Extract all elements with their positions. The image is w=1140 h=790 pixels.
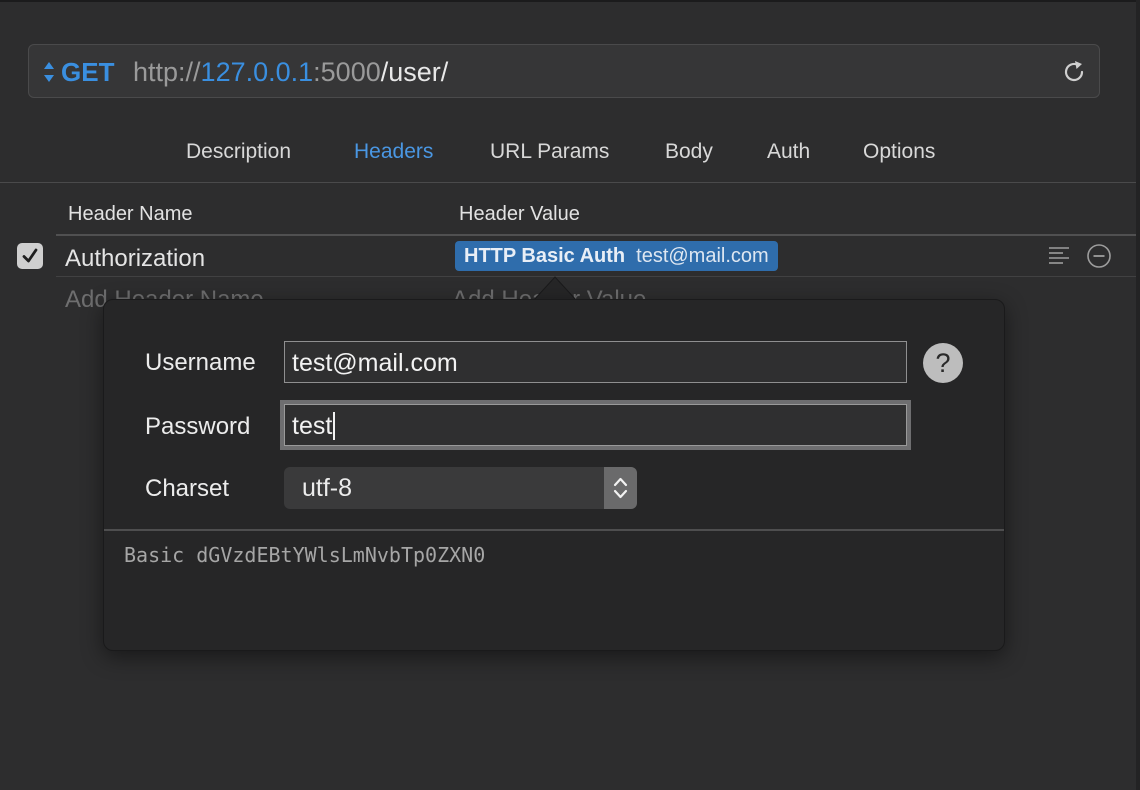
url-scheme: http:// <box>133 57 201 87</box>
password-field[interactable]: test <box>284 404 907 446</box>
auth-header-result: Basic dGVzdEBtYWlsLmNvbTp0ZXN0 <box>124 543 486 567</box>
charset-select[interactable]: utf-8 <box>284 467 637 509</box>
password-value: test <box>292 412 333 440</box>
url-input[interactable]: http://127.0.0.1:5000/user/ <box>133 56 448 88</box>
table-row-divider <box>56 276 1136 277</box>
basic-auth-popover: Username test@mail.com ? Password test C… <box>103 299 1005 651</box>
popover-arrow <box>533 276 577 301</box>
auth-token-pill[interactable]: HTTP Basic Auth test@mail.com <box>455 241 778 271</box>
auth-token-user: test@mail.com <box>636 244 769 267</box>
url-path: /user/ <box>380 57 449 87</box>
window-right-border <box>1136 0 1140 790</box>
url-host: 127.0.0.1 <box>200 57 314 87</box>
column-header-value: Header Value <box>459 203 580 225</box>
url-port: :5000 <box>313 57 381 87</box>
url-bar[interactable]: GET http://127.0.0.1:5000/user/ <box>28 44 1100 98</box>
charset-value: utf-8 <box>302 474 353 502</box>
chevron-updown-icon <box>613 477 628 499</box>
username-label: Username <box>145 349 256 376</box>
text-lines-icon[interactable] <box>1047 245 1071 267</box>
method-updown-icon[interactable] <box>44 61 54 83</box>
column-header-name: Header Name <box>68 203 193 225</box>
help-button[interactable]: ? <box>923 343 963 383</box>
tab-url-params[interactable]: URL Params <box>490 140 609 164</box>
table-header-divider <box>56 234 1136 236</box>
username-field[interactable]: test@mail.com <box>284 341 907 383</box>
password-label: Password <box>145 413 251 440</box>
header-name-cell[interactable]: Authorization <box>65 245 205 273</box>
remove-circle-icon[interactable] <box>1086 243 1112 269</box>
window-top-border <box>0 0 1140 2</box>
reload-icon[interactable] <box>1061 59 1087 85</box>
tab-options[interactable]: Options <box>863 140 935 164</box>
charset-label: Charset <box>145 475 230 502</box>
tabs-divider <box>0 182 1136 183</box>
select-stepper[interactable] <box>604 467 637 509</box>
checkmark-icon <box>22 248 38 263</box>
auth-token-type: HTTP Basic Auth <box>464 244 626 267</box>
header-enabled-checkbox[interactable] <box>17 243 43 269</box>
tab-headers[interactable]: Headers <box>354 140 433 164</box>
app-window: GET http://127.0.0.1:5000/user/ Descript… <box>0 0 1140 790</box>
tab-description[interactable]: Description <box>186 140 291 164</box>
text-caret <box>333 412 336 440</box>
request-tabs: Description Headers URL Params Body Auth… <box>0 140 1136 170</box>
http-method-selector[interactable]: GET <box>61 57 114 87</box>
tab-body[interactable]: Body <box>665 140 713 164</box>
popover-divider <box>104 529 1004 531</box>
tab-auth[interactable]: Auth <box>767 140 810 164</box>
